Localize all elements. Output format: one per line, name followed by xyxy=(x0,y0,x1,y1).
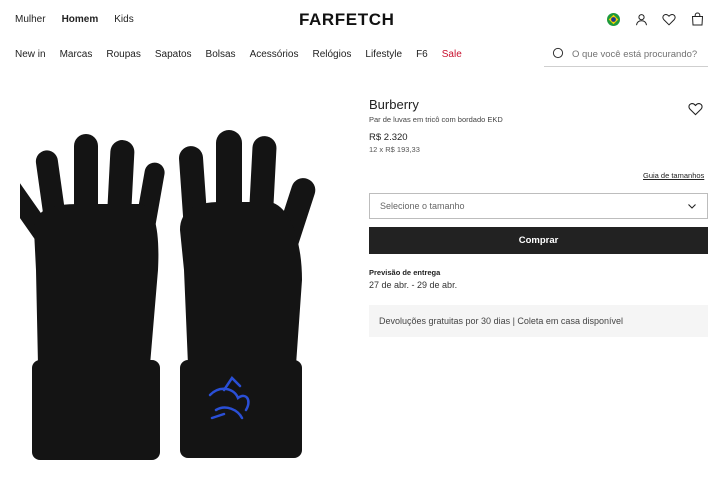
tab-mulher[interactable]: Mulher xyxy=(15,14,46,25)
nav-acessorios[interactable]: Acessórios xyxy=(250,49,299,60)
chevron-down-icon xyxy=(687,201,697,211)
size-guide-link[interactable]: Guia de tamanhos xyxy=(643,171,704,180)
header-icons xyxy=(606,12,704,26)
delivery-dates: 27 de abr. - 29 de abr. xyxy=(369,280,458,290)
nav-lifestyle[interactable]: Lifestyle xyxy=(365,49,402,60)
nav-sale[interactable]: Sale xyxy=(442,49,462,60)
top-bar: Mulher Homem Kids FARFETCH xyxy=(0,0,722,40)
farfetch-logo[interactable]: FARFETCH xyxy=(299,10,394,30)
left-glove xyxy=(0,134,165,460)
account-icon[interactable] xyxy=(634,12,648,26)
brazil-flag-icon[interactable] xyxy=(606,12,620,26)
nav-new-in[interactable]: New in xyxy=(15,49,46,60)
search-input[interactable] xyxy=(572,48,702,60)
delivery-label: Previsão de entrega xyxy=(369,268,441,277)
search-icon[interactable] xyxy=(552,47,566,61)
search-bar xyxy=(544,42,708,67)
add-to-wishlist-button[interactable] xyxy=(688,102,704,118)
category-nav: New in Marcas Roupas Sapatos Bolsas Aces… xyxy=(15,49,476,60)
wishlist-heart-icon[interactable] xyxy=(662,12,676,26)
nav-marcas[interactable]: Marcas xyxy=(60,49,93,60)
gender-nav: Mulher Homem Kids xyxy=(15,14,134,25)
size-select[interactable]: Selecione o tamanho xyxy=(369,193,708,219)
product-price: R$ 2.320 xyxy=(369,132,408,143)
shopping-bag-icon[interactable] xyxy=(690,12,704,26)
product-image xyxy=(0,120,320,460)
nav-f6[interactable]: F6 xyxy=(416,49,428,60)
product-brand[interactable]: Burberry xyxy=(369,97,419,112)
right-glove xyxy=(179,130,316,458)
returns-info-text: Devoluções gratuitas por 30 dias | Colet… xyxy=(379,316,623,326)
buy-button[interactable]: Comprar xyxy=(369,227,708,254)
installments-text: 12 x R$ 193,33 xyxy=(369,145,420,154)
nav-roupas[interactable]: Roupas xyxy=(106,49,140,60)
returns-info-box: Devoluções gratuitas por 30 dias | Colet… xyxy=(369,305,708,337)
nav-bolsas[interactable]: Bolsas xyxy=(206,49,236,60)
nav-relogios[interactable]: Relógios xyxy=(312,49,351,60)
size-select-placeholder: Selecione o tamanho xyxy=(380,201,465,211)
product-name: Par de luvas em tricô com bordado EKD xyxy=(369,115,503,124)
tab-kids[interactable]: Kids xyxy=(114,14,133,25)
tab-homem[interactable]: Homem xyxy=(62,14,99,25)
nav-sapatos[interactable]: Sapatos xyxy=(155,49,192,60)
